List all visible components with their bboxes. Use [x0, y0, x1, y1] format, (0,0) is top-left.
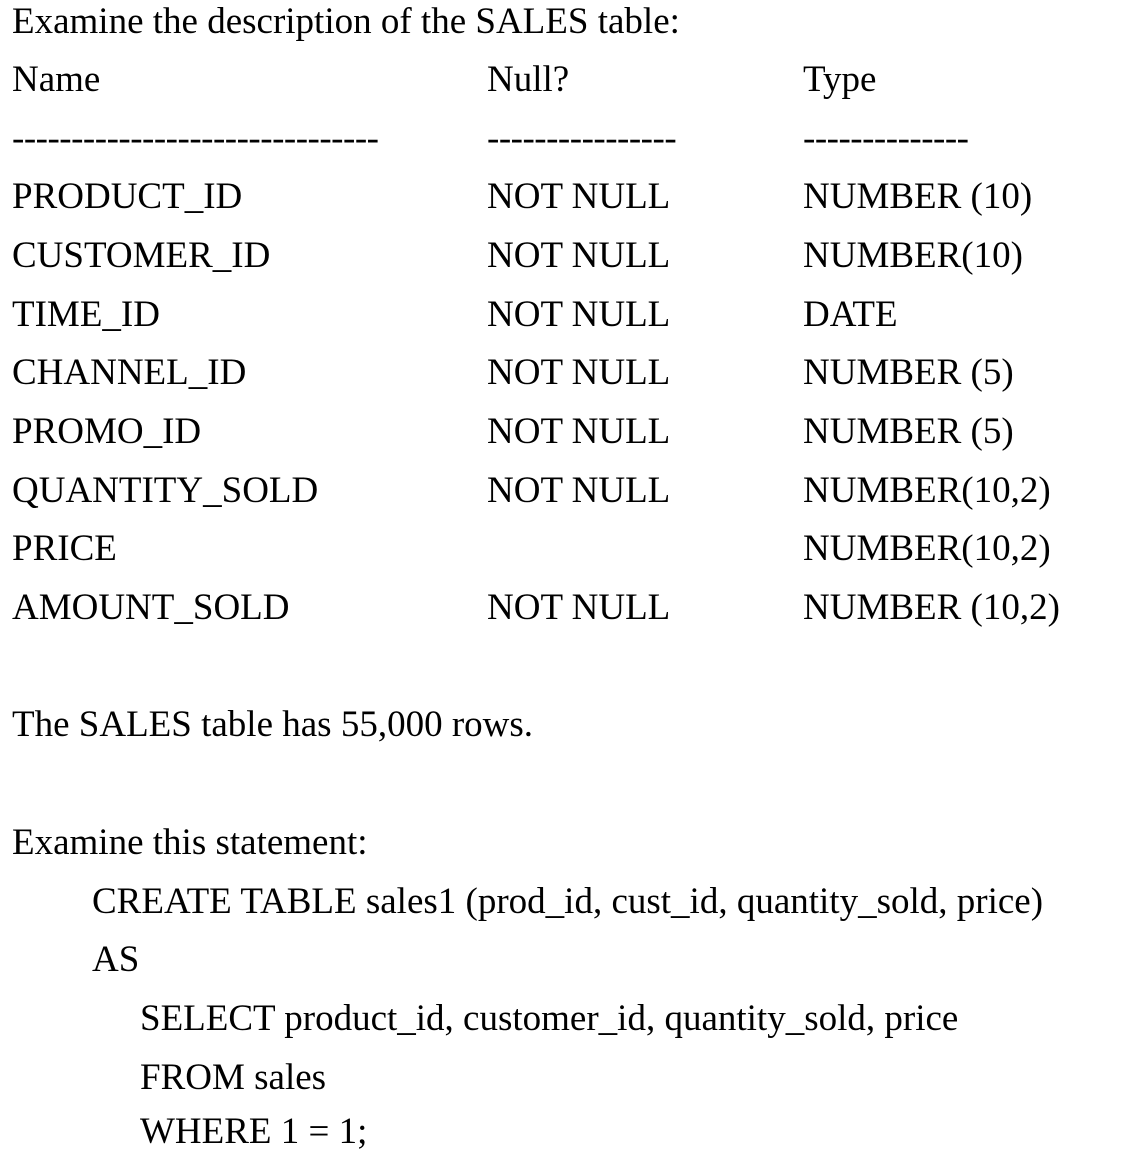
intro-text: Examine the description of the SALES tab…: [12, 1, 680, 42]
column-name: PROMO_ID: [12, 411, 202, 452]
dash-type: --------------: [803, 118, 969, 159]
column-type: NUMBER(10,2): [803, 470, 1051, 511]
column-type: NUMBER (10,2): [803, 587, 1060, 628]
header-type: Type: [803, 59, 877, 100]
column-type: NUMBER(10): [803, 235, 1023, 276]
sql-line-as: AS: [92, 939, 140, 980]
header-null: Null?: [487, 59, 570, 100]
column-type: NUMBER(10,2): [803, 528, 1051, 569]
column-name: QUANTITY_SOLD: [12, 470, 319, 511]
column-type: NUMBER (5): [803, 352, 1014, 393]
column-null: NOT NULL: [487, 235, 671, 276]
dash-null: ----------------: [487, 118, 677, 159]
column-name: CUSTOMER_ID: [12, 235, 271, 276]
column-name: CHANNEL_ID: [12, 352, 247, 393]
column-null: NOT NULL: [487, 587, 671, 628]
column-name: AMOUNT_SOLD: [12, 587, 290, 628]
sql-line-create: CREATE TABLE sales1 (prod_id, cust_id, q…: [92, 881, 1044, 922]
header-name: Name: [12, 59, 101, 100]
sql-line-where: WHERE 1 = 1;: [140, 1111, 368, 1152]
column-type: NUMBER (5): [803, 411, 1014, 452]
column-name: TIME_ID: [12, 294, 160, 335]
column-null: NOT NULL: [487, 352, 671, 393]
statement-intro: Examine this statement:: [12, 822, 368, 863]
column-name: PRODUCT_ID: [12, 176, 243, 217]
column-null: NOT NULL: [487, 176, 671, 217]
rows-note: The SALES table has 55,000 rows.: [12, 704, 534, 745]
column-type: NUMBER (10): [803, 176, 1033, 217]
column-name: PRICE: [12, 528, 117, 569]
dash-name: -------------------------------: [12, 118, 379, 159]
column-type: DATE: [803, 294, 898, 335]
column-null: NOT NULL: [487, 294, 671, 335]
sql-line-from: FROM sales: [140, 1057, 327, 1098]
sql-line-select: SELECT product_id, customer_id, quantity…: [140, 998, 959, 1039]
column-null: NOT NULL: [487, 411, 671, 452]
column-null: NOT NULL: [487, 470, 671, 511]
